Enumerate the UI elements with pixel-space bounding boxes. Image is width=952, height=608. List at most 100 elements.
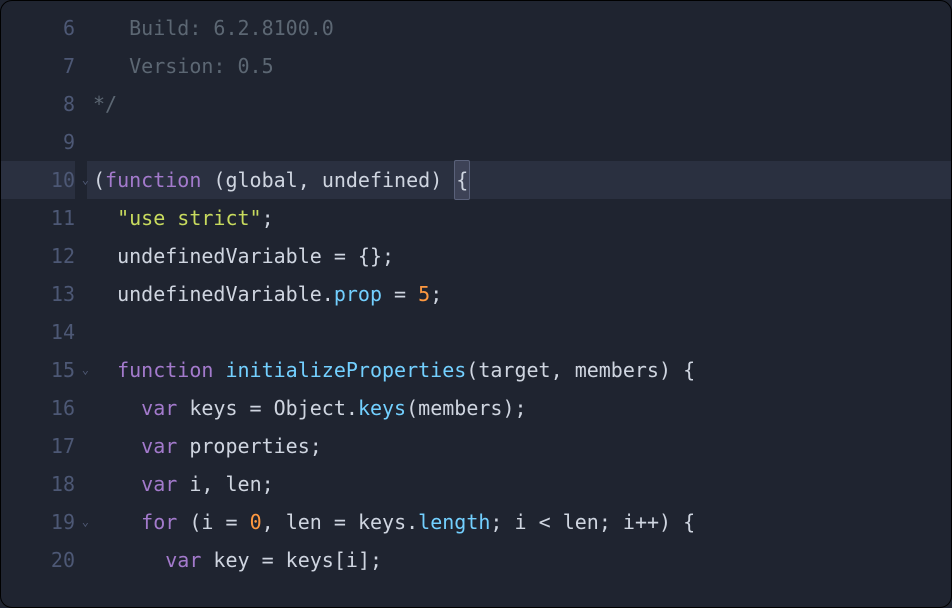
code-token: ) { — [659, 351, 695, 389]
line-number-text: 19 — [51, 503, 75, 541]
code-token: keys — [358, 503, 406, 541]
code-token: for — [141, 503, 177, 541]
code-token — [93, 199, 117, 237]
code-token: properties — [189, 427, 309, 465]
code-line[interactable]: for (i = 0, len = keys.length; i < len; … — [87, 503, 951, 541]
code-token: keys — [286, 541, 334, 579]
code-token: ; — [262, 199, 274, 237]
line-number-text: 14 — [51, 313, 75, 351]
code-line[interactable]: var i, len; — [87, 465, 951, 503]
code-token: { — [454, 160, 470, 200]
line-number: 8 — [1, 85, 75, 123]
code-token: 0 — [250, 503, 262, 541]
line-number: 14 — [1, 313, 75, 351]
code-token: ; — [262, 465, 274, 503]
code-line[interactable]: var key = keys[i]; — [87, 541, 951, 579]
code-line[interactable]: function initializeProperties(target, me… — [87, 351, 951, 389]
code-line[interactable]: var properties; — [87, 427, 951, 465]
code-token: ; — [490, 503, 514, 541]
line-number: 19⌄ — [1, 503, 75, 541]
code-line[interactable]: var keys = Object.keys(members); — [87, 389, 951, 427]
code-token — [213, 351, 225, 389]
line-number-text: 7 — [63, 47, 75, 85]
code-token: i — [346, 541, 358, 579]
code-token: = {}; — [322, 237, 394, 275]
code-token: = — [213, 503, 249, 541]
code-token: ( — [177, 503, 201, 541]
code-token — [93, 427, 141, 465]
code-token — [201, 541, 213, 579]
code-token: , — [551, 351, 575, 389]
code-token: ; — [599, 503, 623, 541]
line-number: 9 — [1, 123, 75, 161]
code-token: undefinedVariable — [117, 237, 322, 275]
line-number: 11 — [1, 199, 75, 237]
code-token: , — [201, 465, 225, 503]
code-token: , — [262, 503, 286, 541]
line-number-text: 12 — [51, 237, 75, 275]
code-token: ( — [466, 351, 478, 389]
code-line[interactable]: Build: 6.2.8100.0 — [87, 9, 951, 47]
code-token: ; — [310, 427, 322, 465]
code-token — [93, 389, 141, 427]
code-line[interactable]: Version: 0.5 — [87, 47, 951, 85]
code-token: members — [418, 389, 502, 427]
code-token: ( — [93, 161, 105, 199]
code-token: ++) { — [635, 503, 695, 541]
code-token: prop — [334, 275, 382, 313]
code-token: 5 — [418, 275, 430, 313]
code-token: . — [406, 503, 418, 541]
chevron-down-icon[interactable]: ⌄ — [82, 169, 89, 192]
code-token: ; — [430, 275, 442, 313]
code-token: ( — [406, 389, 418, 427]
code-line[interactable]: */ — [87, 85, 951, 123]
code-token: = — [322, 503, 358, 541]
code-token: target — [478, 351, 550, 389]
line-number-text: 10 — [51, 161, 75, 199]
code-token: i — [515, 503, 527, 541]
code-line[interactable]: (function (global, undefined) { — [87, 161, 951, 199]
code-token: . — [346, 389, 358, 427]
code-token: len — [286, 503, 322, 541]
code-line[interactable]: undefinedVariable.prop = 5; — [87, 275, 951, 313]
code-token: ); — [502, 389, 526, 427]
code-token — [93, 351, 117, 389]
code-token — [93, 275, 117, 313]
line-number-text: 17 — [51, 427, 75, 465]
code-token — [177, 465, 189, 503]
chevron-down-icon[interactable]: ⌄ — [82, 511, 89, 534]
code-token: var — [141, 427, 177, 465]
code-token — [93, 465, 141, 503]
code-token: [ — [334, 541, 346, 579]
code-token: i — [623, 503, 635, 541]
code-token: Object — [274, 389, 346, 427]
code-token: Version: 0.5 — [93, 47, 274, 85]
line-number-text: 6 — [63, 9, 75, 47]
code-area[interactable]: Build: 6.2.8100.0 Version: 0.5*/(functio… — [87, 9, 951, 607]
line-number: 15⌄ — [1, 351, 75, 389]
code-token: ]; — [358, 541, 382, 579]
code-editor[interactable]: 678910⌄1112131415⌄16171819⌄20 Build: 6.2… — [1, 1, 951, 607]
code-token: i — [201, 503, 213, 541]
code-token: keys — [358, 389, 406, 427]
code-token: members — [575, 351, 659, 389]
line-number-text: 9 — [63, 123, 75, 161]
code-token: len — [563, 503, 599, 541]
code-line[interactable]: "use strict"; — [87, 199, 951, 237]
code-token: "use strict" — [117, 199, 262, 237]
code-token: global — [225, 161, 297, 199]
line-number: 17 — [1, 427, 75, 465]
code-token: length — [418, 503, 490, 541]
code-token: = — [250, 541, 286, 579]
chevron-down-icon[interactable]: ⌄ — [82, 359, 89, 382]
code-line[interactable] — [87, 123, 951, 161]
code-line[interactable] — [87, 313, 951, 351]
code-token — [177, 389, 189, 427]
line-number-text: 11 — [51, 199, 75, 237]
code-line[interactable]: undefinedVariable = {}; — [87, 237, 951, 275]
code-token: keys — [189, 389, 237, 427]
line-number: 6 — [1, 9, 75, 47]
code-token: */ — [93, 85, 117, 123]
line-number: 16 — [1, 389, 75, 427]
line-number: 10⌄ — [1, 161, 75, 199]
